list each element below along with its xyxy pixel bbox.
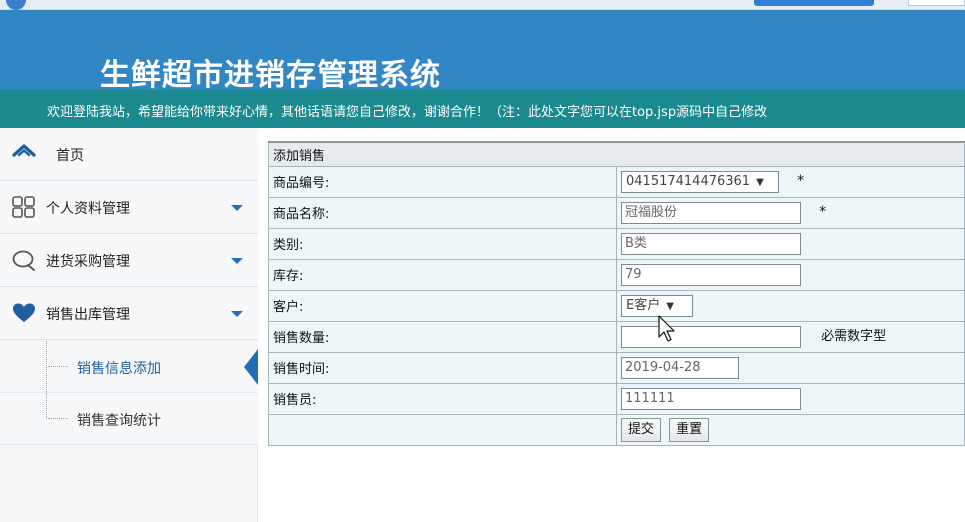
sidebar-subitem-sales-query[interactable]: 销售查询统计 xyxy=(0,393,258,445)
form-row-stock: 库存: 79 xyxy=(268,258,965,291)
product-code-cell: 041517414476361 ▼ * xyxy=(616,165,965,198)
sidebar-item-purchase[interactable]: 进货采购管理 xyxy=(0,234,258,287)
tree-dash-line xyxy=(48,366,68,367)
form-title: 添加销售 xyxy=(268,141,965,167)
customer-select[interactable]: E客户 ▼ xyxy=(621,294,693,317)
quantity-label: 销售数量: xyxy=(268,320,617,353)
product-name-cell: 冠福股份 * xyxy=(616,196,965,229)
customer-label: 客户: xyxy=(268,289,617,322)
form-row-salesperson: 销售员: 111111 xyxy=(268,382,965,415)
category-cell: B类 xyxy=(616,227,965,260)
mouse-cursor-icon xyxy=(658,315,675,342)
actions-cell: 提交 重置 xyxy=(616,413,965,446)
sale-time-input[interactable]: 2019-04-28 xyxy=(621,356,739,379)
sidebar-item-label: 销售出库管理 xyxy=(46,307,130,323)
sidebar-subitem-label: 销售查询统计 xyxy=(77,413,161,429)
sidebar-item-profile[interactable]: 个人资料管理 xyxy=(0,181,258,234)
dropdown-arrow-icon: ▼ xyxy=(666,300,674,312)
salesperson-cell: 111111 xyxy=(616,382,965,415)
quantity-input[interactable] xyxy=(621,325,801,348)
welcome-marquee: 欢迎登陆我站，希望能给你带来好心情，其他话语请您自己修改，谢谢合作！（注：此处文… xyxy=(0,90,965,128)
stock-input[interactable]: 79 xyxy=(621,263,801,286)
chevron-down-icon[interactable] xyxy=(231,258,243,264)
submit-button[interactable]: 提交 xyxy=(621,417,662,442)
sidebar-subitem-sales-add[interactable]: 销售信息添加 xyxy=(0,341,258,393)
app-title: 生鲜超市进销存管理系统 xyxy=(100,58,441,93)
form-row-product-code: 商品编号: 041517414476361 ▼ * xyxy=(268,165,965,198)
chevron-down-icon[interactable] xyxy=(231,311,243,317)
quantity-hint: 必需数字型 xyxy=(821,329,887,345)
required-mark: * xyxy=(819,204,827,220)
category-input[interactable]: B类 xyxy=(621,232,801,255)
chevron-down-icon[interactable] xyxy=(231,205,243,211)
form-row-quantity: 销售数量: 必需数字型 xyxy=(268,320,965,353)
tree-branch-line xyxy=(46,393,47,419)
sidebar-item-label: 首页 xyxy=(56,148,84,164)
sidebar-item-sales[interactable]: 销售出库管理 xyxy=(0,287,258,340)
form-row-category: 类别: B类 xyxy=(268,227,965,260)
form-row-customer: 客户: E客户 ▼ xyxy=(268,289,965,322)
browser-logo-icon xyxy=(6,0,26,10)
home-icon xyxy=(12,144,36,157)
tree-branch-line xyxy=(46,341,47,392)
product-code-select[interactable]: 041517414476361 ▼ xyxy=(621,170,779,193)
tree-dash-line xyxy=(48,418,68,419)
form-row-sale-time: 销售时间: 2019-04-28 xyxy=(268,351,965,384)
product-code-value: 041517414476361 xyxy=(626,173,751,189)
sidebar: 首页 个人资料管理 进货采购管理 销售出库管理 销售信息添加 销售查询统计 xyxy=(0,128,258,522)
stock-label: 库存: xyxy=(268,258,617,291)
product-name-input[interactable]: 冠福股份 xyxy=(621,201,801,224)
category-label: 类别: xyxy=(268,227,617,260)
heart-icon xyxy=(13,303,35,322)
form-row-actions: 提交 重置 xyxy=(268,413,965,446)
sidebar-subitem-label: 销售信息添加 xyxy=(77,361,161,377)
grid-icon xyxy=(12,196,35,218)
sidebar-item-label: 进货采购管理 xyxy=(46,254,130,270)
salesperson-label: 销售员: xyxy=(268,382,617,415)
chat-icon xyxy=(12,250,35,271)
dropdown-arrow-icon: ▼ xyxy=(756,176,764,188)
product-code-label: 商品编号: xyxy=(268,165,617,198)
sales-form-table: 添加销售 商品编号: 041517414476361 ▼ * 商品名称: 冠福股份… xyxy=(268,141,965,446)
active-indicator-icon xyxy=(244,349,258,385)
form-header-row: 添加销售 xyxy=(268,141,965,167)
sidebar-item-home[interactable]: 首页 xyxy=(0,128,258,181)
app-header: 生鲜超市进销存管理系统 xyxy=(0,10,965,93)
sale-time-label: 销售时间: xyxy=(268,351,617,384)
salesperson-input[interactable]: 111111 xyxy=(621,387,801,410)
sales-form-panel: 添加销售 商品编号: 041517414476361 ▼ * 商品名称: 冠福股份… xyxy=(268,141,965,446)
browser-gray-button[interactable] xyxy=(908,0,965,6)
form-row-product-name: 商品名称: 冠福股份 * xyxy=(268,196,965,229)
sale-time-cell: 2019-04-28 xyxy=(616,351,965,384)
browser-toolbar-strip xyxy=(0,0,965,10)
stock-cell: 79 xyxy=(616,258,965,291)
sidebar-item-label: 个人资料管理 xyxy=(46,201,130,217)
actions-empty-cell xyxy=(268,413,617,446)
browser-blue-button[interactable] xyxy=(754,0,874,6)
product-name-label: 商品名称: xyxy=(268,196,617,229)
required-mark: * xyxy=(797,173,805,189)
marquee-text: 欢迎登陆我站，希望能给你带来好心情，其他话语请您自己修改，谢谢合作！（注：此处文… xyxy=(47,105,768,120)
customer-value: E客户 xyxy=(626,297,661,313)
reset-button[interactable]: 重置 xyxy=(669,417,710,442)
